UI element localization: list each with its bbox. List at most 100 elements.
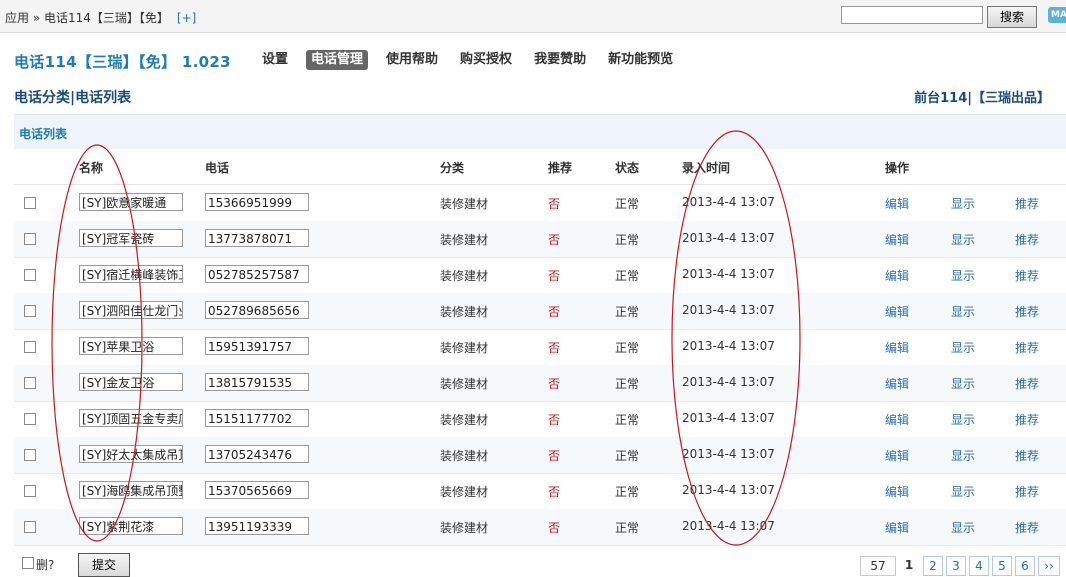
show-link[interactable]: 显示 xyxy=(951,195,975,212)
table-row: [SY]欧意家暖通 15366951999 装修建材 否 正常 2013-4-4 13:0… xyxy=(14,185,1066,222)
edit-link[interactable]: 编辑 xyxy=(885,267,909,284)
phone-input[interactable]: 13705243476 xyxy=(205,445,309,463)
nav-item-0[interactable]: 设置 xyxy=(258,50,292,70)
row-checkbox[interactable] xyxy=(24,449,36,461)
phone-input[interactable]: 15370565669 xyxy=(205,481,309,499)
front-114-link[interactable]: 前台114|【三瑞出品】 xyxy=(914,87,1050,106)
recommend-link[interactable]: 推荐 xyxy=(1015,483,1039,500)
submit-button[interactable]: 提交 xyxy=(78,553,130,577)
table-row: [SY]泗阳佳仕龙门业 052789685656 装修建材 否 正常 2013-4-4 1… xyxy=(14,293,1066,330)
name-input[interactable]: [SY]海鸥集成吊顶整 xyxy=(79,481,183,499)
show-link[interactable]: 显示 xyxy=(951,231,975,248)
row-checkbox[interactable] xyxy=(24,233,36,245)
category-cell: 装修建材 xyxy=(440,485,489,499)
show-link[interactable]: 显示 xyxy=(951,447,975,464)
edit-link[interactable]: 编辑 xyxy=(885,303,909,320)
show-link[interactable]: 显示 xyxy=(951,483,975,500)
name-input[interactable]: [SY]好太太集成吊顶 xyxy=(79,445,183,463)
edit-link[interactable]: 编辑 xyxy=(885,375,909,392)
name-input[interactable]: [SY]宿迁横峰装饰工 xyxy=(79,265,183,283)
recommend-link[interactable]: 推荐 xyxy=(1015,411,1039,428)
name-input[interactable]: [SY]金友卫浴 xyxy=(79,373,183,391)
recommend-link[interactable]: 推荐 xyxy=(1015,339,1039,356)
edit-link[interactable]: 编辑 xyxy=(885,519,909,536)
edit-link[interactable]: 编辑 xyxy=(885,231,909,248)
row-checkbox[interactable] xyxy=(24,485,36,497)
edit-link[interactable]: 编辑 xyxy=(885,411,909,428)
user-badge[interactable]: MA xyxy=(1048,7,1066,23)
recommend-cell: 否 xyxy=(548,341,561,355)
row-checkbox[interactable] xyxy=(24,197,36,209)
show-link[interactable]: 显示 xyxy=(951,411,975,428)
phone-input[interactable]: 15151177702 xyxy=(205,409,309,427)
phone-input[interactable]: 052785257587 xyxy=(205,265,309,283)
edit-link[interactable]: 编辑 xyxy=(885,195,909,212)
show-link[interactable]: 显示 xyxy=(951,519,975,536)
recommend-link[interactable]: 推荐 xyxy=(1015,267,1039,284)
name-input[interactable]: [SY]冠军瓷砖 xyxy=(79,229,183,247)
status-cell: 正常 xyxy=(615,341,640,355)
show-link[interactable]: 显示 xyxy=(951,303,975,320)
row-checkbox[interactable] xyxy=(24,377,36,389)
edit-link[interactable]: 编辑 xyxy=(885,447,909,464)
recommend-cell: 否 xyxy=(548,197,561,211)
search-button[interactable]: 搜索 xyxy=(987,6,1037,28)
name-input[interactable]: [SY]泗阳佳仕龙门业 xyxy=(79,301,183,319)
edit-link[interactable]: 编辑 xyxy=(885,339,909,356)
recommend-link[interactable]: 推荐 xyxy=(1015,375,1039,392)
page-subtitle[interactable]: 电话分类|电话列表 xyxy=(14,87,131,107)
nav-item-2[interactable]: 使用帮助 xyxy=(382,50,442,70)
row-checkbox[interactable] xyxy=(24,305,36,317)
show-link[interactable]: 显示 xyxy=(951,267,975,284)
phone-input[interactable]: 15951391757 xyxy=(205,337,309,355)
recommend-link[interactable]: 推荐 xyxy=(1015,303,1039,320)
page-3-link[interactable]: 3 xyxy=(946,556,966,576)
recommend-link[interactable]: 推荐 xyxy=(1015,447,1039,464)
time-cell: 2013-4-4 13:07 xyxy=(682,519,775,533)
phone-input[interactable]: 13815791535 xyxy=(205,373,309,391)
recommend-cell: 否 xyxy=(548,305,561,319)
category-cell: 装修建材 xyxy=(440,197,489,211)
row-checkbox[interactable] xyxy=(24,341,36,353)
time-cell: 2013-4-4 13:07 xyxy=(682,267,775,281)
edit-link[interactable]: 编辑 xyxy=(885,483,909,500)
delete-checkbox[interactable] xyxy=(22,557,34,569)
recommend-link[interactable]: 推荐 xyxy=(1015,519,1039,536)
name-input[interactable]: [SY]欧意家暖通 xyxy=(79,193,183,211)
recommend-cell: 否 xyxy=(548,449,561,463)
page-5-link[interactable]: 5 xyxy=(992,556,1012,576)
page-6-link[interactable]: 6 xyxy=(1015,556,1035,576)
status-cell: 正常 xyxy=(615,449,640,463)
phone-input[interactable]: 15366951999 xyxy=(205,193,309,211)
phone-input[interactable]: 13773878071 xyxy=(205,229,309,247)
phone-input[interactable]: 13951193339 xyxy=(205,517,309,535)
recommend-link[interactable]: 推荐 xyxy=(1015,231,1039,248)
page-4-link[interactable]: 4 xyxy=(969,556,989,576)
name-input[interactable]: [SY]紫荆花漆 xyxy=(79,517,183,535)
recommend-link[interactable]: 推荐 xyxy=(1015,195,1039,212)
page-2-link[interactable]: 2 xyxy=(923,556,943,576)
section-title: 电话列表 xyxy=(19,127,68,141)
table-row: [SY]紫荆花漆 13951193339 装修建材 否 正常 2013-4-4 13:07… xyxy=(14,509,1066,546)
show-link[interactable]: 显示 xyxy=(951,375,975,392)
nav-item-1[interactable]: 电话管理 xyxy=(306,50,369,70)
name-input[interactable]: [SY]顶固五金专卖店 xyxy=(79,409,183,427)
row-checkbox[interactable] xyxy=(24,269,36,281)
nav-item-4[interactable]: 我要赞助 xyxy=(530,50,590,70)
nav-item-5[interactable]: 新功能预览 xyxy=(604,50,677,70)
add-shortcut-link[interactable]: [+] xyxy=(177,11,196,25)
page-1-link[interactable]: 1 xyxy=(900,556,918,574)
next-page-link[interactable]: ›› xyxy=(1038,556,1060,576)
header-phone: 电话 xyxy=(205,161,230,175)
name-input[interactable]: [SY]苹果卫浴 xyxy=(79,337,183,355)
breadcrumb-text[interactable]: 应用 » 电话114【三瑞】【免】 xyxy=(5,11,169,25)
status-cell: 正常 xyxy=(615,305,640,319)
nav-item-3[interactable]: 购买授权 xyxy=(456,50,516,70)
header-time: 录入时间 xyxy=(682,161,731,175)
search-input[interactable] xyxy=(841,6,983,24)
phone-input[interactable]: 052789685656 xyxy=(205,301,309,319)
show-link[interactable]: 显示 xyxy=(951,339,975,356)
table-row: [SY]宿迁横峰装饰工 052785257587 装修建材 否 正常 2013-4-4 1… xyxy=(14,257,1066,294)
row-checkbox[interactable] xyxy=(24,413,36,425)
row-checkbox[interactable] xyxy=(24,521,36,533)
